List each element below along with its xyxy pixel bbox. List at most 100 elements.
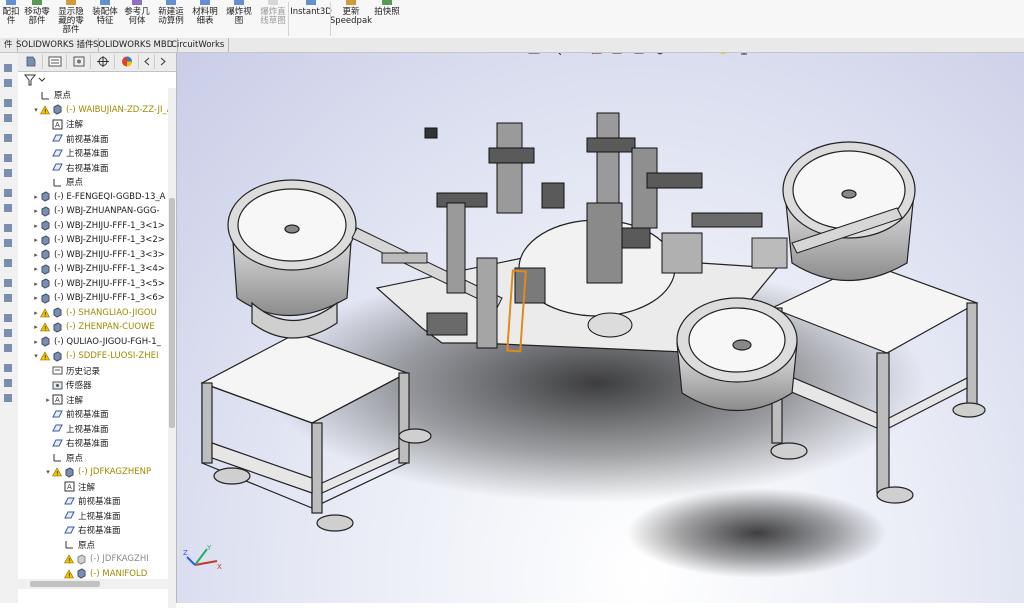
command-strip-icon[interactable] xyxy=(2,63,14,73)
command-strip-icon[interactable] xyxy=(2,153,14,163)
dimxpert-tab[interactable] xyxy=(92,54,115,69)
tree-row[interactable]: ▸ (-) QULIAO-JIGOU-FGH-1_ xyxy=(32,335,161,349)
command-strip-icon[interactable] xyxy=(2,258,14,268)
expand-arrow-icon[interactable]: ▸ xyxy=(32,207,40,215)
expand-arrow-icon[interactable]: ▸ xyxy=(32,236,40,244)
tree-row[interactable]: ▸ (-) WBJ-ZHIJU-FFF-1_3<3> xyxy=(32,248,165,262)
tree-row[interactable]: ! (-) JDFKAGZHI xyxy=(56,552,149,566)
expand-arrow-icon[interactable]: ▸ xyxy=(32,222,40,230)
expand-arrow-icon[interactable]: ▸ xyxy=(32,280,40,288)
graphics-viewport[interactable]: X Y Z xyxy=(177,53,1024,603)
command-tab[interactable]: CircuitWorks xyxy=(167,38,230,52)
collapse-arrow-icon[interactable]: ▾ xyxy=(32,352,40,360)
command-strip-icon[interactable] xyxy=(2,188,14,198)
expand-arrow-icon[interactable]: ▸ xyxy=(44,396,52,404)
expand-arrow-icon[interactable]: ▸ xyxy=(32,294,40,302)
filter-funnel-icon[interactable] xyxy=(23,73,37,87)
display-manager-tab[interactable] xyxy=(116,54,139,69)
command-strip-icon[interactable] xyxy=(2,278,14,288)
ribbon-button-reference-geometry[interactable]: 参考几 何体 xyxy=(122,0,152,38)
command-strip-icon[interactable] xyxy=(2,238,14,248)
tree-row[interactable]: ▸ A 注解 xyxy=(44,393,83,407)
tree-row[interactable]: ▸ (-) WBJ-ZHIJU-FFF-1_3<2> xyxy=(32,233,165,247)
command-tab[interactable]: SOLIDWORKS 插件 xyxy=(12,38,99,52)
tree-filter-bar[interactable] xyxy=(18,72,176,86)
configuration-manager-tab[interactable] xyxy=(68,54,91,69)
tree-row[interactable]: 前视基准面 xyxy=(44,132,109,146)
panel-tab-prev[interactable] xyxy=(140,54,155,69)
command-strip-icon[interactable] xyxy=(2,328,14,338)
command-strip-icon[interactable] xyxy=(2,98,14,108)
ribbon-button-instant3d[interactable]: Instant3D xyxy=(290,0,332,38)
expand-arrow-icon[interactable]: ▸ xyxy=(32,309,40,317)
tree-row[interactable]: 前视基准面 xyxy=(56,494,121,508)
command-strip-icon[interactable] xyxy=(2,223,14,233)
ribbon-button-mate[interactable]: 配扣 件 xyxy=(0,0,22,38)
ribbon-button-speedpak[interactable]: 更新 Speedpak xyxy=(330,0,372,38)
command-strip-icon[interactable] xyxy=(2,313,14,323)
tree-row[interactable]: ▸! (-) ZHENPAN-CUOWE xyxy=(32,320,155,334)
command-strip-icon[interactable] xyxy=(2,78,14,88)
tree-row[interactable]: ▾! (-) SDDFE-LUOSI-ZHEI xyxy=(32,349,159,363)
ribbon-button-motion-study[interactable]: 新建运 动算例 xyxy=(156,0,186,38)
tree-row[interactable]: 原点 xyxy=(44,451,83,465)
command-strip-icon[interactable] xyxy=(2,168,14,178)
tree-row[interactable]: 右视基准面 xyxy=(56,523,121,537)
tree-row[interactable]: A 注解 xyxy=(56,480,95,494)
tree-row[interactable]: 原点 xyxy=(32,88,71,102)
expand-arrow-icon[interactable]: ▸ xyxy=(32,323,40,331)
collapse-arrow-icon[interactable]: ▾ xyxy=(44,468,52,476)
tree-row[interactable]: ▸ (-) WBJ-ZHUANPAN-GGG- xyxy=(32,204,159,218)
collapse-arrow-icon[interactable]: ▾ xyxy=(32,106,40,114)
tree-row[interactable]: ▾! (-) JDFKAGZHENP xyxy=(44,465,151,479)
command-strip-icon[interactable] xyxy=(2,133,14,143)
tree-row[interactable]: ▸ (-) E-FENGEQI-GGBD-13_A xyxy=(32,190,166,204)
property-manager-tab[interactable] xyxy=(44,54,67,69)
tree-vertical-scrollbar[interactable] xyxy=(168,88,176,608)
command-strip-icon[interactable] xyxy=(2,378,14,388)
ribbon-button-show-hidden[interactable]: 显示隐 藏的零 部件 xyxy=(56,0,86,38)
tree-row[interactable]: 原点 xyxy=(44,175,83,189)
tree-row[interactable]: ▸! (-) SHANGLIAO-JIGOU xyxy=(32,306,157,320)
ribbon-button-assembly-feature[interactable]: 装配体 特征 xyxy=(90,0,120,38)
feature-manager-tab[interactable] xyxy=(20,54,43,69)
tree-row[interactable]: ▾! (-) WAIBUJIAN-ZD-ZZ-JI_A xyxy=(32,103,168,117)
command-strip-icon[interactable] xyxy=(2,203,14,213)
ribbon-button-explode-line-sketch[interactable]: 爆炸直 线草图 xyxy=(258,0,288,38)
scroll-thumb[interactable] xyxy=(169,198,175,428)
command-strip-icon[interactable] xyxy=(2,113,14,123)
tree-row[interactable]: 上视基准面 xyxy=(44,422,109,436)
property-list-icon xyxy=(48,56,62,67)
tree-row[interactable]: ▸ (-) WBJ-ZHIJU-FFF-1_3<1> xyxy=(32,219,165,233)
ribbon-button-exploded-view[interactable]: 爆炸视 图 xyxy=(224,0,254,38)
ribbon-button-move-component[interactable]: 移动零 部件 xyxy=(22,0,52,38)
expand-arrow-icon[interactable]: ▸ xyxy=(32,338,40,346)
tree-row[interactable]: 历史记录 xyxy=(44,364,100,378)
tree-row[interactable]: 右视基准面 xyxy=(44,161,109,175)
tree-row[interactable]: 上视基准面 xyxy=(56,509,121,523)
tree-row[interactable]: ▸ (-) WBJ-ZHIJU-FFF-1_3<4> xyxy=(32,262,165,276)
command-strip-icon[interactable] xyxy=(2,393,14,403)
command-strip-icon[interactable] xyxy=(2,343,14,353)
scroll-thumb[interactable] xyxy=(30,581,100,587)
expand-arrow-icon[interactable]: ▸ xyxy=(32,251,40,259)
command-tab[interactable]: SOLIDWORKS MBD xyxy=(89,38,179,52)
panel-tab-next[interactable] xyxy=(156,54,170,69)
ribbon-button-bom[interactable]: 材料明 细表 xyxy=(190,0,220,38)
expand-arrow-icon[interactable]: ▸ xyxy=(32,265,40,273)
chevron-down-icon[interactable] xyxy=(37,73,47,87)
assembly-model-render[interactable] xyxy=(177,53,1024,603)
tree-row[interactable]: 右视基准面 xyxy=(44,436,109,450)
tree-row[interactable]: A 注解 xyxy=(44,117,83,131)
ribbon-button-snapshot[interactable]: 拍快照 xyxy=(372,0,402,38)
tree-row[interactable]: 前视基准面 xyxy=(44,407,109,421)
tree-row[interactable]: ▸ (-) WBJ-ZHIJU-FFF-1_3<6> xyxy=(32,291,165,305)
tree-row[interactable]: 传感器 xyxy=(44,378,92,392)
expand-arrow-icon[interactable]: ▸ xyxy=(32,193,40,201)
command-strip-icon[interactable] xyxy=(2,293,14,303)
command-strip-icon[interactable] xyxy=(2,363,14,373)
tree-row[interactable]: ▸ (-) WBJ-ZHIJU-FFF-1_3<5> xyxy=(32,277,165,291)
tree-horizontal-scrollbar[interactable] xyxy=(18,579,168,589)
tree-row[interactable]: 原点 xyxy=(56,538,95,552)
tree-row[interactable]: 上视基准面 xyxy=(44,146,109,160)
